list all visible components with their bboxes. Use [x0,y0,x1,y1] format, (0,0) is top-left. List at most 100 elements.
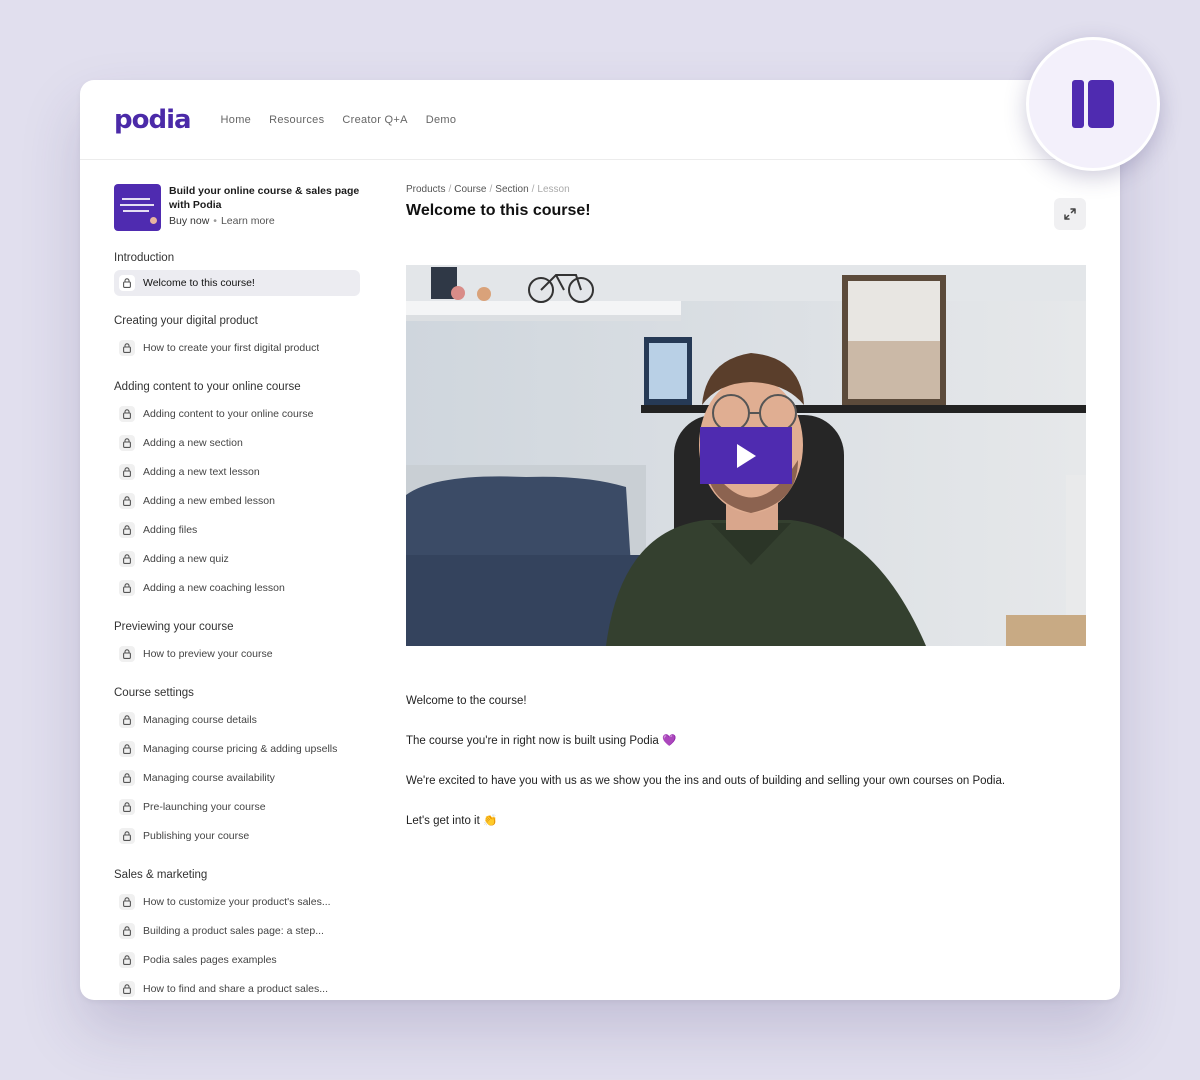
breadcrumb-separator: / [531,184,535,195]
lesson-item[interactable]: Podia sales pages examples [114,945,360,974]
lesson-item[interactable]: Adding a new embed lesson [114,486,360,515]
lock-icon [119,550,135,567]
lock-icon [119,893,135,910]
lesson-item[interactable]: Managing course availability [114,763,360,792]
lesson-label: Adding a new text lesson [143,465,260,478]
lesson-item[interactable]: How to preview your course [114,639,360,668]
lesson-item[interactable]: Adding a new text lesson [114,457,360,486]
lesson-label: How to preview your course [143,647,273,660]
lesson-label: Adding content to your online course [143,407,314,420]
section-title: Course settings [114,687,194,699]
play-button[interactable] [700,427,792,484]
lock-icon [119,339,135,356]
lesson-item[interactable]: Building a product sales page: a step... [114,916,360,945]
lesson-label: Adding files [143,523,198,536]
play-icon [737,443,756,468]
sidebar-section: Adding content to your online course Addi… [114,380,360,602]
lesson-item[interactable]: Welcome to this course! [114,270,360,296]
nav-link-demo[interactable]: Demo [426,114,457,126]
lesson-item[interactable]: How to create your first digital product [114,333,360,362]
lock-icon [119,463,135,480]
sidebar-section: Course settings Managing course details Ma… [114,686,360,850]
lesson-item[interactable]: Adding a new section [114,428,360,457]
section-title: Creating your digital product [114,315,258,327]
lesson-paragraph: We're excited to have you with us as we … [406,775,1006,787]
lesson-item[interactable]: Adding a new coaching lesson [114,573,360,602]
lock-icon [119,492,135,509]
lock-icon [119,434,135,451]
lock-icon [119,827,135,844]
lesson-label: Pre-launching your course [143,800,266,813]
lesson-item[interactable]: Pre-launching your course [114,792,360,821]
section-title: Previewing your course [114,621,234,633]
lesson-label: Podia sales pages examples [143,953,277,966]
lock-icon [119,405,135,422]
top-navigation: podia Home Resources Creator Q+A Demo [80,80,1120,160]
lesson-item[interactable]: How to find and share a product sales... [114,974,360,1000]
lesson-item[interactable]: Managing course details [114,705,360,734]
video-player[interactable] [406,265,1086,646]
sidebar-section: Previewing your course How to preview you… [114,620,360,668]
sidebar-section: Sales & marketing How to customize your p… [114,868,360,1000]
lesson-paragraph: The course you're in right now is built … [406,735,677,747]
expand-icon [1064,208,1076,220]
nav-link-resources[interactable]: Resources [269,114,324,126]
breadcrumb-separator: / [489,184,493,195]
section-title: Introduction [114,252,175,264]
lock-icon [119,951,135,968]
lesson-label: Adding a new section [143,436,243,449]
lock-icon [119,740,135,757]
sidebar-section: Creating your digital product How to crea… [114,314,360,362]
breadcrumb-course[interactable]: Course [454,184,486,195]
breadcrumb: Products / Course / Section / Lesson [406,184,1086,198]
lesson-label: Managing course pricing & adding upsells [143,742,338,755]
lesson-label: Publishing your course [143,829,250,842]
breadcrumb-section[interactable]: Section [495,184,528,195]
action-separator: • [213,215,217,227]
lock-icon [119,980,135,997]
lesson-body: Welcome to the course! The course you're… [406,691,1086,851]
sidebar-toggle-icon [1072,80,1114,128]
breadcrumb-lesson: Lesson [537,184,570,195]
lesson-item[interactable]: Adding a new quiz [114,544,360,573]
breadcrumb-products[interactable]: Products [406,184,445,195]
buy-now-link[interactable]: Buy now [169,215,209,227]
breadcrumb-separator: / [448,184,452,195]
nav-link-home[interactable]: Home [221,114,252,126]
learn-more-link[interactable]: Learn more [221,215,275,227]
page-title: Welcome to this course! [406,202,591,219]
lesson-paragraph: Welcome to the course! [406,695,527,707]
lesson-item[interactable]: Adding content to your online course [114,399,360,428]
sidebar-section: Introduction Welcome to this course! [114,251,360,296]
lock-icon [119,922,135,939]
product-title: Build your online course & sales page wi… [169,185,360,211]
lock-icon [119,769,135,786]
lesson-paragraph: Let's get into it 👏 [406,815,498,827]
app-window: podia Home Resources Creator Q+A Demo Bu… [80,80,1120,1000]
product-thumbnail[interactable] [114,184,161,231]
lesson-label: Adding a new quiz [143,552,229,565]
section-title: Sales & marketing [114,869,208,881]
lesson-label: Managing course details [143,713,257,726]
sidebar-toggle-button[interactable] [1026,37,1160,171]
lesson-item[interactable]: Managing course pricing & adding upsells [114,734,360,763]
expand-button[interactable] [1054,198,1086,230]
lock-icon [119,798,135,815]
lesson-label: How to create your first digital product [143,341,320,354]
lesson-label: Managing course availability [143,771,275,784]
course-sidebar: Build your online course & sales page wi… [114,184,360,1000]
lock-icon [119,645,135,662]
lesson-label: Adding a new coaching lesson [143,581,285,594]
lesson-item[interactable]: Adding files [114,515,360,544]
product-card: Build your online course & sales page wi… [114,184,360,231]
podia-logo[interactable]: podia [114,105,192,135]
lock-icon [119,711,135,728]
section-list: Introduction Welcome to this course! Creat… [114,251,360,1000]
lesson-label: Building a product sales page: a step... [143,924,324,937]
lock-icon [119,579,135,596]
lesson-item[interactable]: How to customize your product's sales... [114,887,360,916]
lesson-item[interactable]: Publishing your course [114,821,360,850]
lesson-label: Adding a new embed lesson [143,494,275,507]
nav-link-creator-qa[interactable]: Creator Q+A [342,114,407,126]
lesson-content: Products / Course / Section / Lesson Welcome t… [406,184,1086,827]
